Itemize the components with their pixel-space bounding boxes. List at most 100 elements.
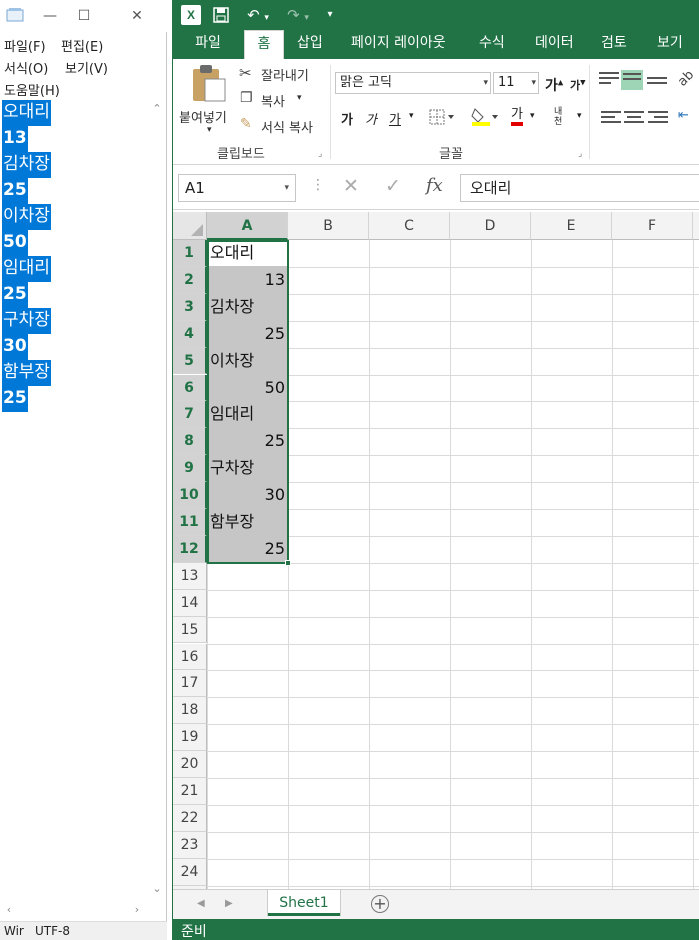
scroll-right-icon[interactable]: › <box>128 903 146 916</box>
row-header-7[interactable]: 7 <box>173 401 207 429</box>
phonetic-button[interactable]: 내천 <box>554 107 568 127</box>
row-header-6[interactable]: 6 <box>173 374 207 402</box>
customize-qat-icon[interactable]: ▾ <box>323 4 337 26</box>
menu-edit[interactable]: 편집(E) <box>61 36 103 55</box>
row-header-16[interactable]: 16 <box>173 643 207 671</box>
next-sheet-icon[interactable]: ▶ <box>225 898 233 909</box>
vertical-scrollbar[interactable]: ⌃ ⌄ <box>148 100 166 900</box>
column-header-f[interactable]: F <box>612 212 693 240</box>
column-header-d[interactable]: D <box>450 212 531 240</box>
grow-font-button[interactable]: 가▲ <box>545 75 563 95</box>
align-right-icon[interactable] <box>648 111 668 127</box>
tab-review[interactable]: 검토 <box>601 30 627 59</box>
tab-home[interactable]: 홈 <box>244 30 284 59</box>
borders-icon[interactable] <box>429 109 455 125</box>
format-painter-button[interactable]: ✎ 서식 복사 <box>239 116 329 136</box>
tab-insert[interactable]: 삽입 <box>297 30 323 59</box>
formula-input[interactable]: 오대리 <box>460 174 699 202</box>
tab-view[interactable]: 보기 <box>657 30 683 59</box>
row-header-8[interactable]: 8 <box>173 428 207 456</box>
redo-icon[interactable]: ↷ ▾ <box>283 4 313 26</box>
tab-formulas[interactable]: 수식 <box>479 30 505 59</box>
row-header-5[interactable]: 5 <box>173 347 207 375</box>
align-left-icon[interactable] <box>601 111 621 127</box>
underline-button[interactable]: 가 <box>389 109 401 128</box>
row-header-10[interactable]: 10 <box>173 482 207 509</box>
row-header-2[interactable]: 2 <box>173 266 207 294</box>
cell-a6[interactable]: 50 <box>207 375 288 402</box>
align-bottom-icon[interactable] <box>647 77 667 93</box>
row-header-3[interactable]: 3 <box>173 293 207 321</box>
sheet-tab[interactable]: Sheet1 <box>268 890 340 916</box>
row-header-20[interactable]: 20 <box>173 751 207 778</box>
column-header-e[interactable]: E <box>531 212 612 240</box>
row-header-12[interactable]: 12 <box>173 535 207 563</box>
row-header-21[interactable]: 21 <box>173 778 207 805</box>
cell-a7[interactable]: 임대리 <box>207 401 288 428</box>
fill-color-icon[interactable] <box>471 107 499 127</box>
tab-file[interactable]: 파일 <box>179 30 237 59</box>
cell-a2[interactable]: 13 <box>207 267 288 294</box>
enter-icon[interactable]: ✓ <box>385 175 401 197</box>
menu-view[interactable]: 보기(V) <box>65 58 108 77</box>
cell-a12[interactable]: 25 <box>207 536 288 563</box>
clipboard-launcher-icon[interactable]: ⌟ <box>318 149 322 159</box>
menu-format[interactable]: 서식(O) <box>4 58 48 77</box>
italic-button[interactable]: 가 <box>365 109 377 128</box>
row-header-15[interactable]: 15 <box>173 616 207 644</box>
cell-a8[interactable]: 25 <box>207 428 288 455</box>
column-header-a[interactable]: A <box>207 212 288 240</box>
cell-a11[interactable]: 함부장 <box>207 509 288 536</box>
row-header-22[interactable]: 22 <box>173 804 207 832</box>
row-header-9[interactable]: 9 <box>173 455 207 483</box>
notepad-text-area[interactable]: 오대리 13 김차장 25 이차장 50 임대리 25 구차장 30 함부장 2… <box>0 100 148 900</box>
align-middle-icon[interactable] <box>621 70 643 90</box>
tab-page-layout[interactable]: 페이지 레이아웃 <box>351 30 446 59</box>
cell-a1[interactable]: 오대리 <box>207 240 288 267</box>
font-size-combo[interactable]: 11 ▾ <box>493 72 539 94</box>
cell-a9[interactable]: 구차장 <box>207 455 288 482</box>
prev-sheet-icon[interactable]: ◀ <box>197 898 205 909</box>
font-launcher-icon[interactable]: ⌟ <box>578 149 582 159</box>
menu-help[interactable]: 도움말(H) <box>4 80 60 99</box>
font-color-dropdown-icon[interactable]: ▾ <box>530 111 535 121</box>
paste-button[interactable]: 붙여넣기 ▾ <box>177 63 233 137</box>
row-header-18[interactable]: 18 <box>173 697 207 725</box>
underline-dropdown-icon[interactable]: ▾ <box>409 111 414 121</box>
select-all-corner[interactable] <box>173 212 207 240</box>
horizontal-scrollbar[interactable]: ‹ › <box>0 901 148 921</box>
row-header-14[interactable]: 14 <box>173 589 207 617</box>
phonetic-dropdown-icon[interactable]: ▾ <box>577 111 582 121</box>
cell-a3[interactable]: 김차장 <box>207 294 288 321</box>
align-center-icon[interactable] <box>624 111 644 127</box>
align-top-icon[interactable] <box>599 72 619 88</box>
close-button[interactable]: ✕ <box>125 4 149 28</box>
row-header-4[interactable]: 4 <box>173 320 207 348</box>
copy-button[interactable]: ❐ 복사 ▾ <box>239 90 329 110</box>
row-header-23[interactable]: 23 <box>173 831 207 859</box>
cancel-icon[interactable]: ✕ <box>343 175 359 197</box>
scroll-left-icon[interactable]: ‹ <box>0 903 18 916</box>
column-header-b[interactable]: B <box>288 212 369 240</box>
row-header-19[interactable]: 19 <box>173 724 207 752</box>
cell-a5[interactable]: 이차장 <box>207 348 288 375</box>
maximize-button[interactable]: ☐ <box>72 4 96 28</box>
cut-button[interactable]: ✂ 잘라내기 <box>239 64 329 84</box>
cell-a10[interactable]: 30 <box>207 482 288 509</box>
decrease-indent-icon[interactable]: ⇤ <box>678 108 689 123</box>
cell-a4[interactable]: 25 <box>207 321 288 348</box>
minimize-button[interactable]: — <box>38 4 62 28</box>
column-header-partial[interactable] <box>693 212 699 240</box>
row-header-11[interactable]: 11 <box>173 509 207 536</box>
worksheet-grid[interactable]: 오대리 13 김차장 25 이차장 50 임대리 25 구차장 30 함부장 25 A B C D E F 1 2 3 4… <box>173 212 699 889</box>
save-icon[interactable] <box>211 4 231 26</box>
column-header-c[interactable]: C <box>369 212 450 240</box>
tab-data[interactable]: 데이터 <box>535 30 574 59</box>
row-header-1[interactable]: 1 <box>173 240 207 267</box>
font-name-combo[interactable]: 맑은 고딕 ▾ <box>335 72 491 94</box>
font-color-button[interactable]: 가 <box>511 107 523 126</box>
row-header-17[interactable]: 17 <box>173 670 207 698</box>
undo-icon[interactable]: ↶ ▾ <box>243 4 273 26</box>
shrink-font-button[interactable]: 가▼ <box>570 77 586 93</box>
scroll-up-icon[interactable]: ⌃ <box>148 102 166 115</box>
